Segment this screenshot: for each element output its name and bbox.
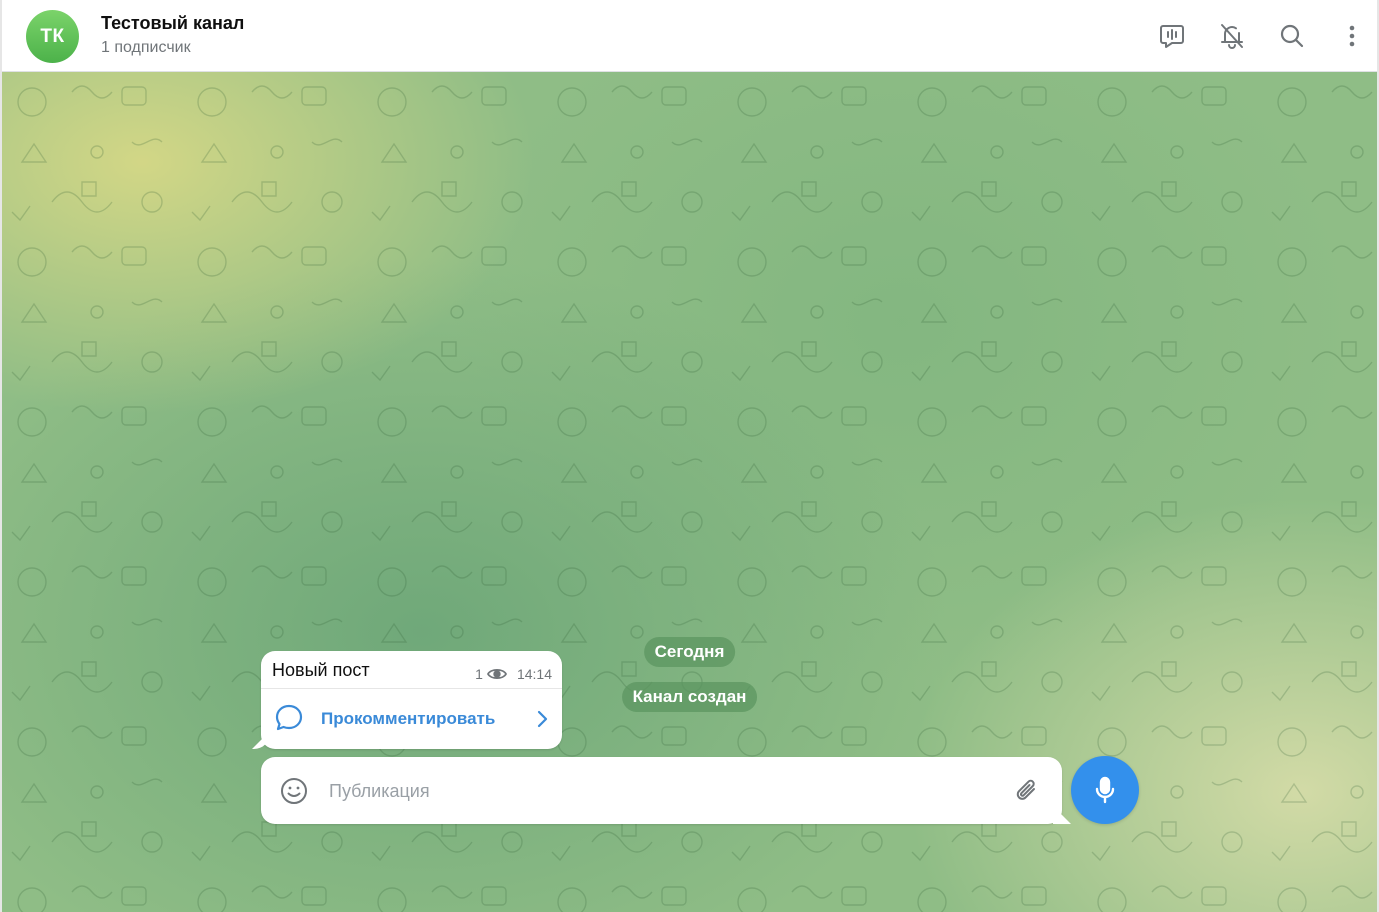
message-bubble[interactable]: Новый пост 1 14:14 Прокомментировать xyxy=(261,651,562,749)
comment-bubble-icon xyxy=(275,704,303,731)
voice-record-button[interactable] xyxy=(1071,756,1139,824)
service-message: Канал создан xyxy=(621,682,758,712)
emoji-icon[interactable] xyxy=(279,776,309,806)
date-separator: Сегодня xyxy=(643,637,736,667)
microphone-icon xyxy=(1095,776,1115,804)
chevron-right-icon xyxy=(537,710,548,728)
comment-button[interactable]: Прокомментировать xyxy=(261,689,562,749)
message-composer xyxy=(261,757,1062,824)
mute-button[interactable] xyxy=(1210,14,1254,58)
message-time: 14:14 xyxy=(516,666,552,682)
live-stream-icon xyxy=(1160,25,1184,48)
mute-bell-icon xyxy=(1221,24,1243,49)
paperclip-icon[interactable] xyxy=(1012,776,1042,806)
chat-header: ТК Тестовый канал 1 подписчик xyxy=(2,0,1377,72)
channel-subscribers: 1 подписчик xyxy=(101,39,191,56)
channel-avatar[interactable]: ТК xyxy=(26,10,79,63)
message-input[interactable] xyxy=(329,771,989,811)
view-count: 1 xyxy=(475,666,483,682)
message-text: Новый пост xyxy=(272,660,370,680)
app-window: ТК Тестовый канал 1 подписчик Сегодня Ка… xyxy=(0,0,1379,912)
search-button[interactable] xyxy=(1270,14,1314,58)
eye-icon xyxy=(486,668,507,680)
comment-label: Прокомментировать xyxy=(321,709,496,728)
live-stream-button[interactable] xyxy=(1150,14,1194,58)
channel-title[interactable]: Тестовый канал xyxy=(101,13,244,34)
more-vertical-icon xyxy=(1349,25,1355,47)
search-icon xyxy=(1280,24,1304,48)
message-meta: 1 14:14 xyxy=(475,666,552,682)
more-button[interactable] xyxy=(1330,14,1374,58)
